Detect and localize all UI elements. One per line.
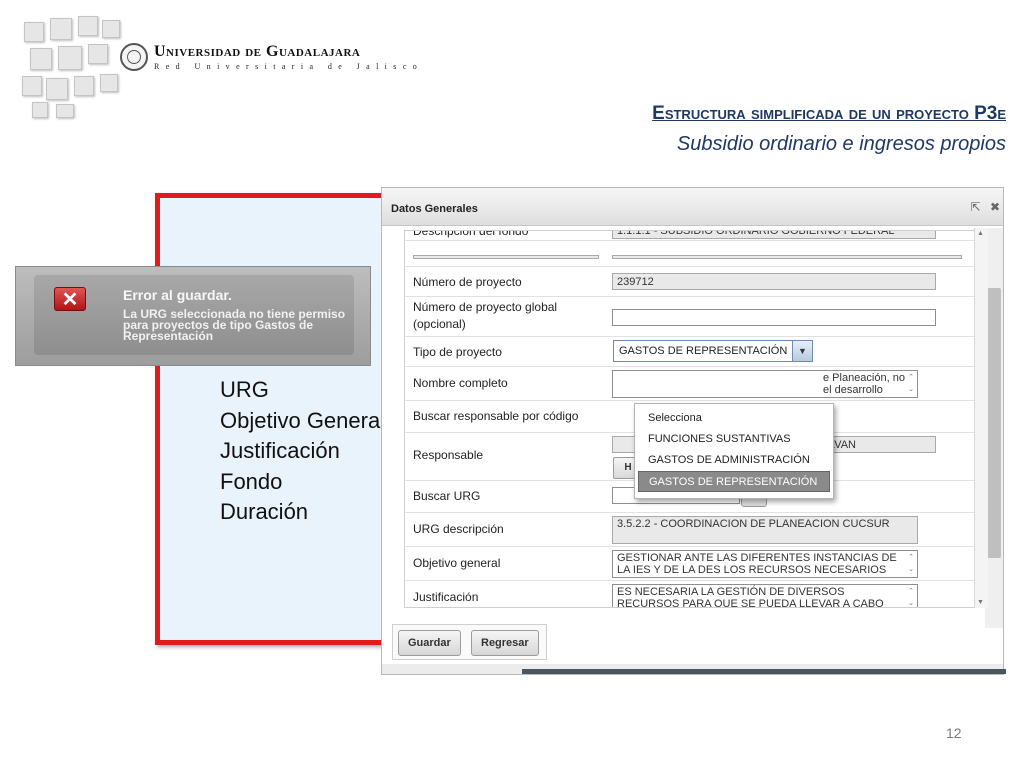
- justificacion-scroll[interactable]: ⌃ ⌄: [906, 586, 916, 607]
- university-logo: Universidad de Guadalajara Red Universit…: [120, 40, 423, 74]
- dropdown-option[interactable]: Selecciona: [638, 408, 830, 429]
- university-name: Universidad de Guadalajara: [154, 43, 361, 60]
- window-title: Datos Generales: [391, 203, 478, 215]
- back-button[interactable]: Regresar: [471, 630, 539, 656]
- chevron-down-icon[interactable]: ▼: [792, 341, 812, 361]
- error-title: Error al guardar.: [123, 287, 232, 303]
- dropdown-option-selected[interactable]: GASTOS DE REPRESENTACIÓN: [638, 471, 830, 492]
- fondo-descripcion-label: Descripción del fondo: [413, 230, 529, 238]
- buscar-urg-label: Buscar URG: [413, 489, 481, 503]
- nombre-completo-label: Nombre completo: [413, 376, 508, 390]
- urg-descripcion-label: URG descripción: [413, 522, 504, 536]
- nombre-scroll[interactable]: ⌃ ⌄: [906, 372, 916, 396]
- field-list: URG Objetivo General Justificación Fondo…: [220, 375, 385, 528]
- fondo-descripcion-field: 1.1.1.1 - SUBSIDIO ORDINARIO GOBIERNO FE…: [612, 231, 936, 239]
- window-footer: Guardar Regresar: [392, 624, 547, 660]
- objetivo-scroll[interactable]: ⌃ ⌄: [906, 552, 916, 576]
- dropdown-option[interactable]: FUNCIONES SUSTANTIVAS: [638, 429, 830, 450]
- maximize-icon[interactable]: ⇱: [971, 200, 981, 214]
- scroll-up-icon[interactable]: ▲: [977, 230, 984, 237]
- numero-global-label: Número de proyecto global (opcional): [413, 300, 558, 331]
- responsable-label: Responsable: [413, 448, 484, 462]
- numero-global-input[interactable]: [612, 309, 936, 326]
- list-item: Duración: [220, 499, 309, 524]
- row-spacer: [405, 241, 978, 267]
- slide-title: Estructura simplificada de un proyecto P…: [652, 103, 1006, 124]
- list-item: Objetivo General: [220, 407, 386, 433]
- numero-proyecto-label: Número de proyecto: [413, 275, 522, 289]
- tipo-proyecto-selected: GASTOS DE REPRESENTACIÓN: [619, 345, 788, 357]
- justificacion-label: Justificación: [413, 590, 479, 604]
- save-button[interactable]: Guardar: [398, 630, 461, 656]
- window-scrollbar-thumb[interactable]: [987, 288, 1001, 558]
- university-subtitle: Red Universitaria de Jalisco: [154, 62, 424, 71]
- university-seal-icon: [120, 43, 148, 71]
- close-icon[interactable]: ✖: [990, 200, 1000, 214]
- row-tipo-proyecto: Tipo de proyecto GASTOS DE REPRESENTACIÓ…: [405, 337, 978, 367]
- datos-generales-window: Datos Generales ⇱ ✖ Descripción del fond…: [381, 187, 1006, 675]
- buscar-responsable-label: Buscar responsable por código: [413, 409, 579, 423]
- row-nombre-completo: Nombre completo e Planeación, no el desa…: [405, 367, 978, 401]
- justificacion-field[interactable]: ES NECESARIA LA GESTIÓN DE DIVERSOS RECU…: [612, 584, 918, 607]
- list-item: URG: [220, 377, 269, 402]
- row-urg-descripcion: URG descripción 3.5.2.2 - COORDINACION D…: [405, 513, 978, 547]
- window-titlebar: Datos Generales ⇱ ✖: [382, 188, 1003, 226]
- objetivo-general-label: Objetivo general: [413, 556, 501, 570]
- numero-proyecto-field: 239712: [612, 273, 936, 290]
- decorative-cubes: [20, 16, 124, 120]
- general-data-form: Descripción del fondo 1.1.1.1 - SUBSIDIO…: [404, 230, 979, 608]
- tipo-proyecto-label: Tipo de proyecto: [413, 345, 502, 359]
- list-item: Fondo: [220, 468, 283, 494]
- dropdown-option[interactable]: GASTOS DE ADMINISTRACIÓN: [638, 450, 830, 471]
- row-numero-proyecto: Número de proyecto 239712: [405, 267, 978, 297]
- list-item: Justificación: [220, 438, 340, 463]
- window-bottom-bar: [382, 664, 1006, 674]
- urg-descripcion-field: 3.5.2.2 - COORDINACION DE PLANEACION CUC…: [612, 516, 918, 544]
- objetivo-general-field[interactable]: GESTIONAR ANTE LAS DIFERENTES INSTANCIAS…: [612, 550, 918, 578]
- form-scrollbar[interactable]: ▲ ▼: [974, 228, 988, 608]
- error-popup: ✕ Error al guardar. La URG seleccionada …: [15, 266, 371, 366]
- error-message: La URG seleccionada no tiene permiso par…: [123, 307, 346, 343]
- row-justificacion: Justificación ES NECESARIA LA GESTIÓN DE…: [405, 581, 978, 607]
- row-fondo-descripcion: Descripción del fondo 1.1.1.1 - SUBSIDIO…: [405, 230, 978, 241]
- nombre-completo-field[interactable]: e Planeación, no el desarrollo ⌃ ⌄: [612, 370, 918, 398]
- row-numero-global: Número de proyecto global (opcional): [405, 297, 978, 337]
- slide-subtitle: Subsidio ordinario e ingresos propios: [676, 133, 1006, 155]
- tipo-proyecto-select[interactable]: GASTOS DE REPRESENTACIÓN ▼: [613, 340, 813, 362]
- scroll-down-icon[interactable]: ▼: [977, 599, 984, 606]
- page-number: 12: [946, 725, 962, 741]
- close-error-icon: ✕: [54, 287, 86, 311]
- tipo-proyecto-dropdown: Selecciona FUNCIONES SUSTANTIVAS GASTOS …: [634, 403, 834, 499]
- row-objetivo-general: Objetivo general GESTIONAR ANTE LAS DIFE…: [405, 547, 978, 581]
